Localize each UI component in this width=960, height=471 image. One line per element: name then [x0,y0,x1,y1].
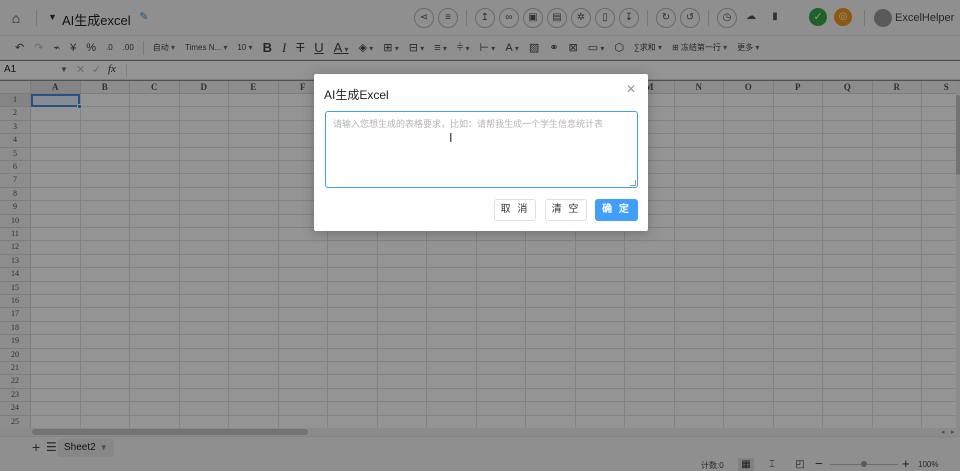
clear-button[interactable]: 清 空 [545,199,587,221]
dialog-title: AI生成Excel [324,88,389,102]
text-cursor-icon: I [449,131,453,145]
modal-overlay[interactable] [0,0,960,471]
prompt-input[interactable] [325,111,638,188]
close-icon[interactable]: ✕ [626,82,636,96]
ai-generate-dialog: AI生成Excel ✕ I 取 消 清 空 确 定 [314,74,648,231]
confirm-button[interactable]: 确 定 [595,199,638,221]
cancel-button[interactable]: 取 消 [494,199,536,221]
resize-handle-icon[interactable] [630,180,636,186]
